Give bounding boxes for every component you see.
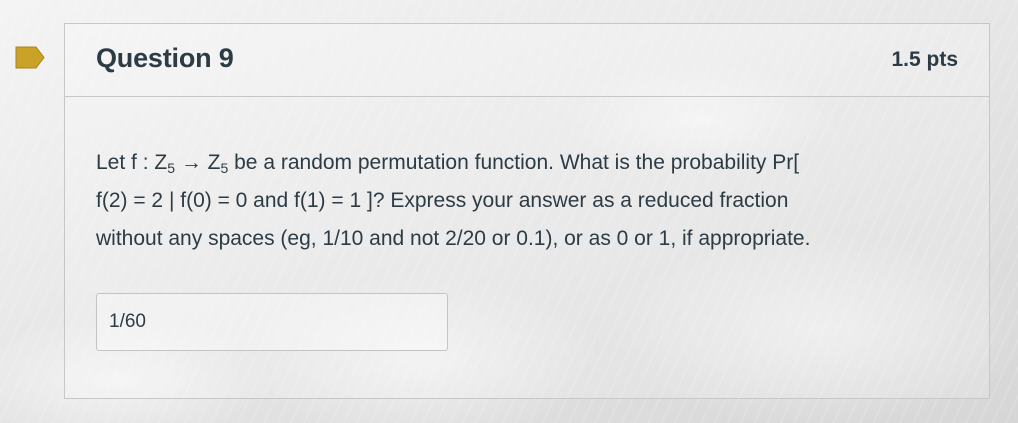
question-points: 1.5 pts bbox=[891, 48, 958, 71]
question-card: Question 9 1.5 pts Let f : Z5 → Z5 be a … bbox=[64, 23, 990, 399]
question-text: Let f : Z5 → Z5 be a random permutation … bbox=[96, 144, 966, 258]
bookmark-flag-icon[interactable] bbox=[14, 45, 46, 70]
question-text-line-1: Let f : Z5 → Z5 be a random permutation … bbox=[96, 151, 800, 176]
question-header: Question 9 1.5 pts bbox=[65, 24, 989, 97]
question-title: Question 9 bbox=[96, 43, 234, 73]
question-text-line-3: without any spaces (eg, 1/10 and not 2/2… bbox=[96, 227, 811, 250]
answer-input[interactable] bbox=[96, 293, 448, 351]
question-text-line-2: f(2) = 2 | f(0) = 0 and f(1) = 1 ]? Expr… bbox=[96, 189, 789, 212]
